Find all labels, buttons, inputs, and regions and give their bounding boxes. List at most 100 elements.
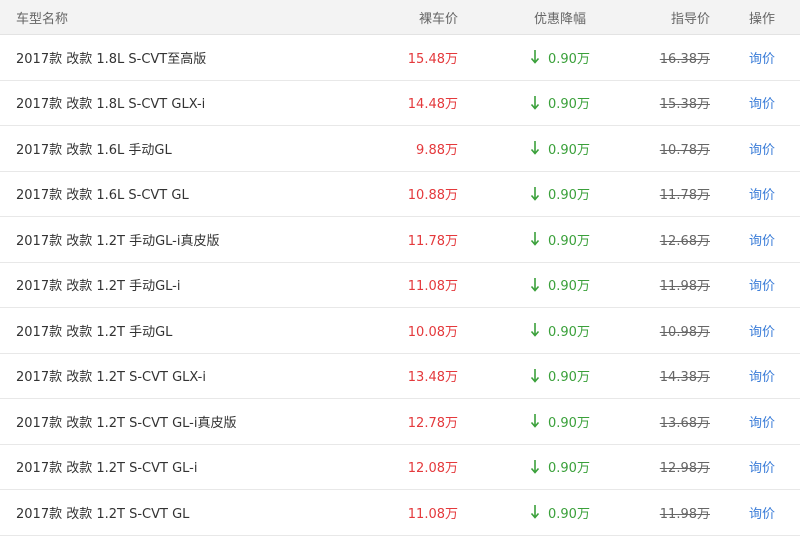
msrp-value: 16.38万 — [659, 51, 710, 67]
price-cell: 11.08万 — [408, 490, 458, 535]
model-name: 2017款 改款 1.8L S-CVT至高版 — [16, 51, 207, 67]
discount-value: 0.90万 — [548, 51, 590, 67]
discount-cell: 0.90万 — [530, 217, 620, 262]
action-cell: 询价 — [749, 308, 799, 353]
price-cell: 12.08万 — [408, 445, 458, 490]
table-row: 2017款 改款 1.8L S-CVT GLX-i 14.48万 0.90万 1… — [0, 80, 800, 126]
table-row: 2017款 改款 1.8L S-CVT至高版 15.48万 0.90万 16.3… — [0, 35, 800, 81]
table-row: 2017款 改款 1.2T 手动GL 10.08万 0.90万 10.98万 询… — [0, 308, 800, 354]
discount-cell: 0.90万 — [530, 445, 620, 490]
inquire-price-link[interactable]: 询价 — [749, 503, 775, 522]
price-cell: 15.48万 — [408, 35, 458, 80]
discount-cell: 0.90万 — [530, 126, 620, 171]
msrp-value: 10.78万 — [659, 142, 710, 158]
table-row: 2017款 改款 1.2T S-CVT GL-i 12.08万 0.90万 12… — [0, 444, 800, 490]
msrp-value: 14.38万 — [659, 370, 710, 386]
price-value: 11.08万 — [407, 506, 458, 522]
price-table: 车型名称 裸车价 优惠降幅 指导价 操作 2017款 改款 1.8L S-CVT… — [0, 0, 800, 536]
inquire-price-link[interactable]: 询价 — [749, 93, 775, 112]
price-value: 11.08万 — [407, 279, 458, 295]
discount-value: 0.90万 — [548, 142, 590, 158]
discount-value: 0.90万 — [548, 415, 590, 431]
table-header: 车型名称 裸车价 优惠降幅 指导价 操作 — [0, 0, 800, 35]
msrp-cell: 13.68万 — [660, 399, 710, 444]
msrp-value: 10.98万 — [659, 324, 710, 340]
price-cell: 12.78万 — [408, 399, 458, 444]
arrow-down-icon — [530, 323, 540, 337]
discount-value: 0.90万 — [548, 233, 590, 249]
table-body: 2017款 改款 1.8L S-CVT至高版 15.48万 0.90万 16.3… — [0, 35, 800, 536]
action-cell: 询价 — [749, 490, 799, 535]
price-cell: 10.08万 — [408, 308, 458, 353]
msrp-value: 12.68万 — [659, 233, 710, 249]
table-row: 2017款 改款 1.2T S-CVT GL-i真皮版 12.78万 0.90万… — [0, 399, 800, 445]
inquire-price-link[interactable]: 询价 — [749, 457, 775, 476]
msrp-cell: 16.38万 — [660, 35, 710, 80]
inquire-price-link[interactable]: 询价 — [749, 412, 775, 431]
msrp-cell: 14.38万 — [660, 354, 710, 399]
arrow-down-icon — [530, 141, 540, 155]
header-model-name: 车型名称 — [16, 11, 69, 27]
model-name: 2017款 改款 1.6L 手动GL — [16, 142, 172, 158]
discount-cell: 0.90万 — [530, 35, 620, 80]
price-cell: 11.78万 — [408, 217, 458, 262]
msrp-cell: 15.38万 — [660, 81, 710, 126]
discount-cell: 0.90万 — [530, 263, 620, 308]
header-discount: 优惠降幅 — [534, 11, 587, 27]
arrow-down-icon — [530, 414, 540, 428]
price-cell: 9.88万 — [416, 126, 458, 171]
discount-value: 0.90万 — [548, 461, 590, 477]
arrow-down-icon — [530, 459, 540, 474]
arrow-down-icon — [530, 368, 540, 383]
model-name: 2017款 改款 1.2T 手动GL — [16, 324, 173, 340]
inquire-price-link[interactable]: 询价 — [749, 275, 775, 294]
price-cell: 10.88万 — [408, 172, 458, 217]
header-price: 裸车价 — [418, 11, 458, 27]
price-value: 10.88万 — [407, 188, 458, 204]
action-cell: 询价 — [749, 81, 799, 126]
discount-cell: 0.90万 — [530, 490, 620, 535]
arrow-down-icon — [530, 95, 540, 110]
model-name: 2017款 改款 1.6L S-CVT GL — [16, 188, 189, 204]
arrow-down-icon — [530, 186, 540, 201]
action-cell: 询价 — [749, 263, 799, 308]
table-row: 2017款 改款 1.6L 手动GL 9.88万 0.90万 10.78万 询价 — [0, 126, 800, 172]
arrow-down-icon — [530, 232, 540, 246]
price-cell: 11.08万 — [408, 263, 458, 308]
msrp-cell: 10.78万 — [660, 126, 710, 171]
discount-cell: 0.90万 — [530, 399, 620, 444]
discount-value: 0.90万 — [548, 324, 590, 340]
inquire-price-link[interactable]: 询价 — [749, 139, 775, 158]
msrp-cell: 11.78万 — [660, 172, 710, 217]
msrp-cell: 10.98万 — [660, 308, 710, 353]
price-value: 12.08万 — [407, 461, 458, 477]
inquire-price-link[interactable]: 询价 — [749, 184, 775, 203]
price-value: 15.48万 — [407, 51, 458, 67]
discount-cell: 0.90万 — [530, 172, 620, 217]
price-cell: 14.48万 — [408, 81, 458, 126]
discount-value: 0.90万 — [548, 506, 590, 522]
table-row: 2017款 改款 1.6L S-CVT GL 10.88万 0.90万 11.7… — [0, 171, 800, 217]
action-cell: 询价 — [749, 217, 799, 262]
price-value: 11.78万 — [407, 233, 458, 249]
arrow-down-icon — [530, 277, 540, 292]
inquire-price-link[interactable]: 询价 — [749, 366, 775, 385]
model-name: 2017款 改款 1.2T S-CVT GLX-i — [16, 370, 206, 386]
msrp-value: 11.98万 — [659, 506, 710, 522]
discount-cell: 0.90万 — [530, 81, 620, 126]
discount-value: 0.90万 — [548, 97, 590, 113]
inquire-price-link[interactable]: 询价 — [749, 230, 775, 249]
discount-value: 0.90万 — [548, 370, 590, 386]
discount-value: 0.90万 — [548, 188, 590, 204]
action-cell: 询价 — [749, 35, 799, 80]
msrp-value: 11.78万 — [659, 188, 710, 204]
inquire-price-link[interactable]: 询价 — [749, 48, 775, 67]
price-cell: 13.48万 — [408, 354, 458, 399]
price-value: 9.88万 — [416, 142, 458, 158]
model-name: 2017款 改款 1.2T S-CVT GL-i — [16, 461, 198, 477]
msrp-value: 12.98万 — [659, 461, 710, 477]
msrp-cell: 12.68万 — [660, 217, 710, 262]
inquire-price-link[interactable]: 询价 — [749, 321, 775, 340]
table-row: 2017款 改款 1.2T S-CVT GL 11.08万 0.90万 11.9… — [0, 490, 800, 536]
discount-cell: 0.90万 — [530, 308, 620, 353]
